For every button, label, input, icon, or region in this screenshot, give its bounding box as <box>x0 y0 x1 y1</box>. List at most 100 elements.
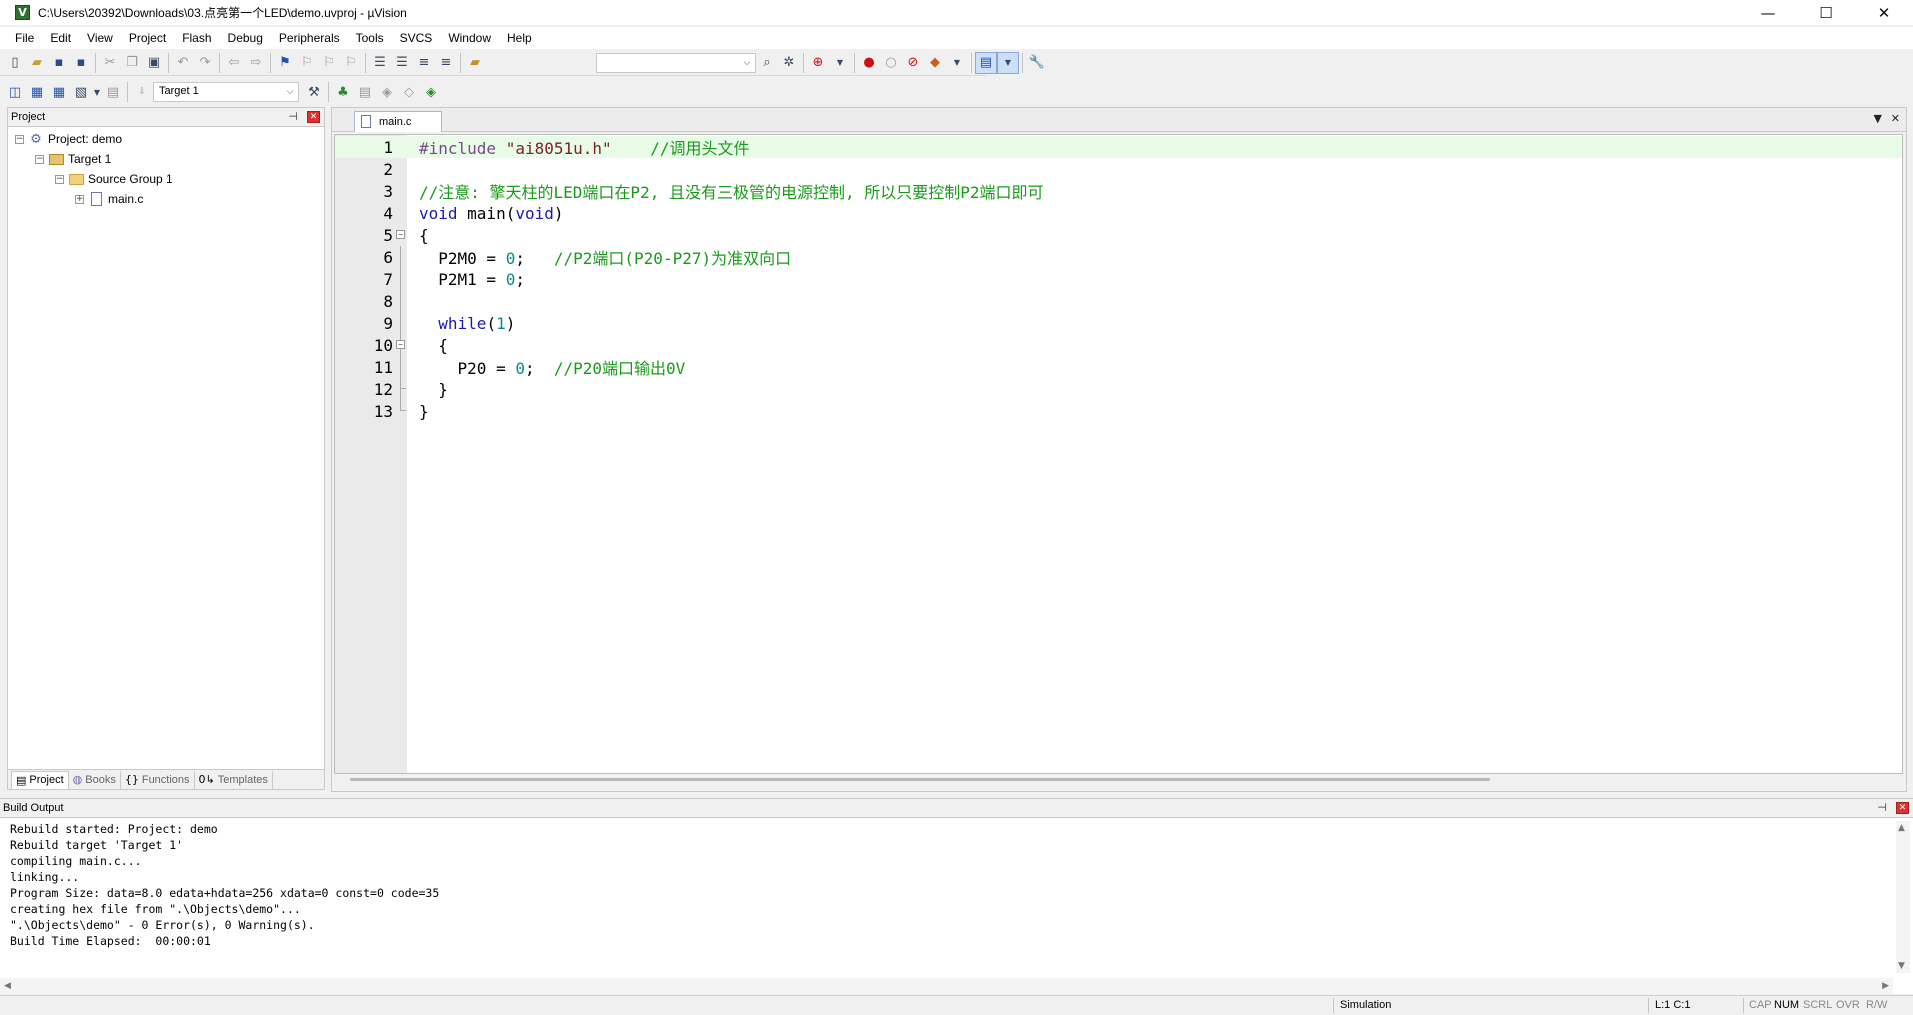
new-file-icon[interactable]: ▯ <box>4 52 26 74</box>
translate-icon[interactable]: ◫ <box>4 81 26 103</box>
code-line[interactable]: 10− { <box>335 334 1902 356</box>
window-layout-icon[interactable]: ▤ <box>975 51 997 74</box>
pack-installer-icon[interactable]: ◇ <box>398 81 420 103</box>
code-editor[interactable]: 1 #include "ai8051u.h" //调用头文件 2 3 //注意: 擎天柱… <box>334 134 1903 774</box>
menu-flash[interactable]: Flash <box>174 28 219 48</box>
build-output-text[interactable]: Rebuild started: Project: demo Rebuild ta… <box>0 818 1913 949</box>
copy-icon[interactable]: ❐ <box>121 52 143 74</box>
redo-icon[interactable]: ↷ <box>194 52 216 74</box>
tree-node-source-group[interactable]: − Source Group 1 <box>8 169 324 189</box>
code-line[interactable]: 2 <box>335 158 1902 180</box>
collapse-icon[interactable]: − <box>396 340 405 349</box>
breakpoint-dropdown-icon[interactable]: ▼ <box>946 52 968 74</box>
unindent-icon[interactable]: ☰ <box>391 52 413 74</box>
pin-icon[interactable]: ⊣ <box>288 110 298 123</box>
scroll-right-icon[interactable]: ▶ <box>1882 981 1889 991</box>
uncomment-icon[interactable]: ≡ <box>435 52 457 74</box>
close-icon[interactable]: ✕ <box>307 111 320 123</box>
select-packs-icon[interactable]: ◈ <box>376 81 398 103</box>
multi-project-icon[interactable]: ◈ <box>420 81 442 103</box>
layout-dropdown-icon[interactable]: ▼ <box>997 51 1019 74</box>
close-icon[interactable]: ✕ <box>1896 802 1909 814</box>
fold-marker[interactable]: − <box>395 334 409 356</box>
tab-functions[interactable]: {} Functions <box>121 770 195 789</box>
find-icon[interactable]: ⌕ <box>756 52 778 74</box>
batch-dropdown-icon[interactable]: ▼ <box>92 81 102 103</box>
menu-svcs[interactable]: SVCS <box>392 28 441 48</box>
code-line[interactable]: 1 #include "ai8051u.h" //调用头文件 <box>335 136 1902 158</box>
scroll-up-icon[interactable]: ▲ <box>1898 823 1905 833</box>
collapse-icon[interactable]: − <box>35 154 44 164</box>
collapse-icon[interactable]: − <box>55 174 64 184</box>
batch-build-icon[interactable]: ▧ <box>70 81 92 103</box>
paste-icon[interactable]: ▣ <box>143 52 165 74</box>
manage-project-items-icon[interactable]: ♣ <box>332 81 354 103</box>
code-line[interactable]: 5− { <box>335 224 1902 246</box>
disable-breakpoint-icon[interactable]: ○ <box>880 52 902 74</box>
scroll-left-icon[interactable]: ◀ <box>4 981 11 991</box>
menu-tools[interactable]: Tools <box>348 28 392 48</box>
next-bookmark-icon[interactable]: ⚐ <box>318 52 340 74</box>
comment-icon[interactable]: ≡ <box>413 52 435 74</box>
scroll-down-icon[interactable]: ▼ <box>1898 961 1905 971</box>
breakpoint-icon[interactable]: ● <box>858 52 880 74</box>
close-tab-icon[interactable]: ✕ <box>1891 112 1900 125</box>
debug-dropdown-icon[interactable]: ▼ <box>829 52 851 74</box>
breakpoint-manager-icon[interactable]: ◆ <box>924 52 946 74</box>
code-line[interactable]: 3 //注意: 擎天柱的LED端口在P2, 且没有三极管的电源控制, 所以只要控制… <box>335 180 1902 203</box>
start-debug-icon[interactable]: ⊕ <box>807 52 829 74</box>
bookmark-icon[interactable]: ⚑ <box>274 52 296 74</box>
build-icon[interactable]: ▦ <box>26 81 48 103</box>
prev-bookmark-icon[interactable]: ⚐ <box>296 52 318 74</box>
manage-runtime-icon[interactable]: ▤ <box>354 81 376 103</box>
menu-file[interactable]: File <box>7 28 42 48</box>
code-line[interactable]: 9 while(1) <box>335 312 1902 334</box>
find-in-files-icon[interactable]: ▰ <box>464 52 486 74</box>
open-folder-icon[interactable]: ▰ <box>26 52 48 74</box>
code-line[interactable]: 13} <box>335 400 1902 422</box>
tab-list-dropdown-icon[interactable]: ▼ <box>1874 112 1882 125</box>
save-all-icon[interactable]: ▪ <box>70 52 92 74</box>
tree-node-project[interactable]: − ⚙ Project: demo <box>8 129 324 149</box>
kill-breakpoints-icon[interactable]: ⊘ <box>902 52 924 74</box>
minimize-button[interactable]: — <box>1739 0 1797 25</box>
clear-bookmarks-icon[interactable]: ⚐ <box>340 52 362 74</box>
collapse-icon[interactable]: − <box>396 230 405 239</box>
build-output-vertical-scrollbar[interactable]: ▲ ▼ <box>1896 821 1910 973</box>
expand-icon[interactable]: + <box>75 194 84 204</box>
navigate-back-icon[interactable]: ⇦ <box>223 52 245 74</box>
maximize-button[interactable]: ☐ <box>1797 0 1855 25</box>
code-line[interactable]: 12 } <box>335 378 1902 400</box>
tab-templates[interactable]: 0↳ Templates <box>195 770 273 789</box>
find-combo[interactable]: ⌵ <box>596 52 756 73</box>
fold-marker[interactable]: − <box>395 224 409 246</box>
menu-edit[interactable]: Edit <box>42 28 79 48</box>
stop-build-icon[interactable]: ▤ <box>102 81 124 103</box>
code-line[interactable]: 8 <box>335 290 1902 312</box>
options-for-target-icon[interactable]: ⚒ <box>303 81 325 103</box>
download-icon[interactable]: ⇩ <box>131 81 153 103</box>
tab-main-c[interactable]: main.c <box>354 111 442 132</box>
tab-books[interactable]: ◍ Books <box>69 770 121 789</box>
code-line[interactable]: 4 void main(void) <box>335 202 1902 224</box>
menu-project[interactable]: Project <box>121 28 174 48</box>
cut-icon[interactable]: ✂ <box>99 52 121 74</box>
close-window-button[interactable]: ✕ <box>1855 0 1913 25</box>
save-icon[interactable]: ▪ <box>48 52 70 74</box>
build-output-horizontal-scrollbar[interactable]: ◀ ▶ <box>0 978 1893 994</box>
indent-icon[interactable]: ☰ <box>369 52 391 74</box>
navigate-forward-icon[interactable]: ⇨ <box>245 52 267 74</box>
target-select[interactable]: Target 1 ⌵ <box>153 82 299 102</box>
editor-horizontal-scrollbar[interactable] <box>350 778 1490 781</box>
configure-icon[interactable]: 🔧 <box>1026 52 1048 74</box>
tree-node-main-c[interactable]: + main.c <box>8 189 324 209</box>
undo-icon[interactable]: ↶ <box>172 52 194 74</box>
tree-node-target[interactable]: − Target 1 <box>8 149 324 169</box>
code-line[interactable]: 6 P2M0 = 0; //P2端口(P20-P27)为准双向口 <box>335 246 1902 268</box>
menu-help[interactable]: Help <box>499 28 540 48</box>
menu-view[interactable]: View <box>79 28 121 48</box>
pin-icon[interactable]: ⊣ <box>1877 801 1887 814</box>
rebuild-icon[interactable]: ▦ <box>48 81 70 103</box>
menu-peripherals[interactable]: Peripherals <box>271 28 348 48</box>
menu-debug[interactable]: Debug <box>220 28 271 48</box>
